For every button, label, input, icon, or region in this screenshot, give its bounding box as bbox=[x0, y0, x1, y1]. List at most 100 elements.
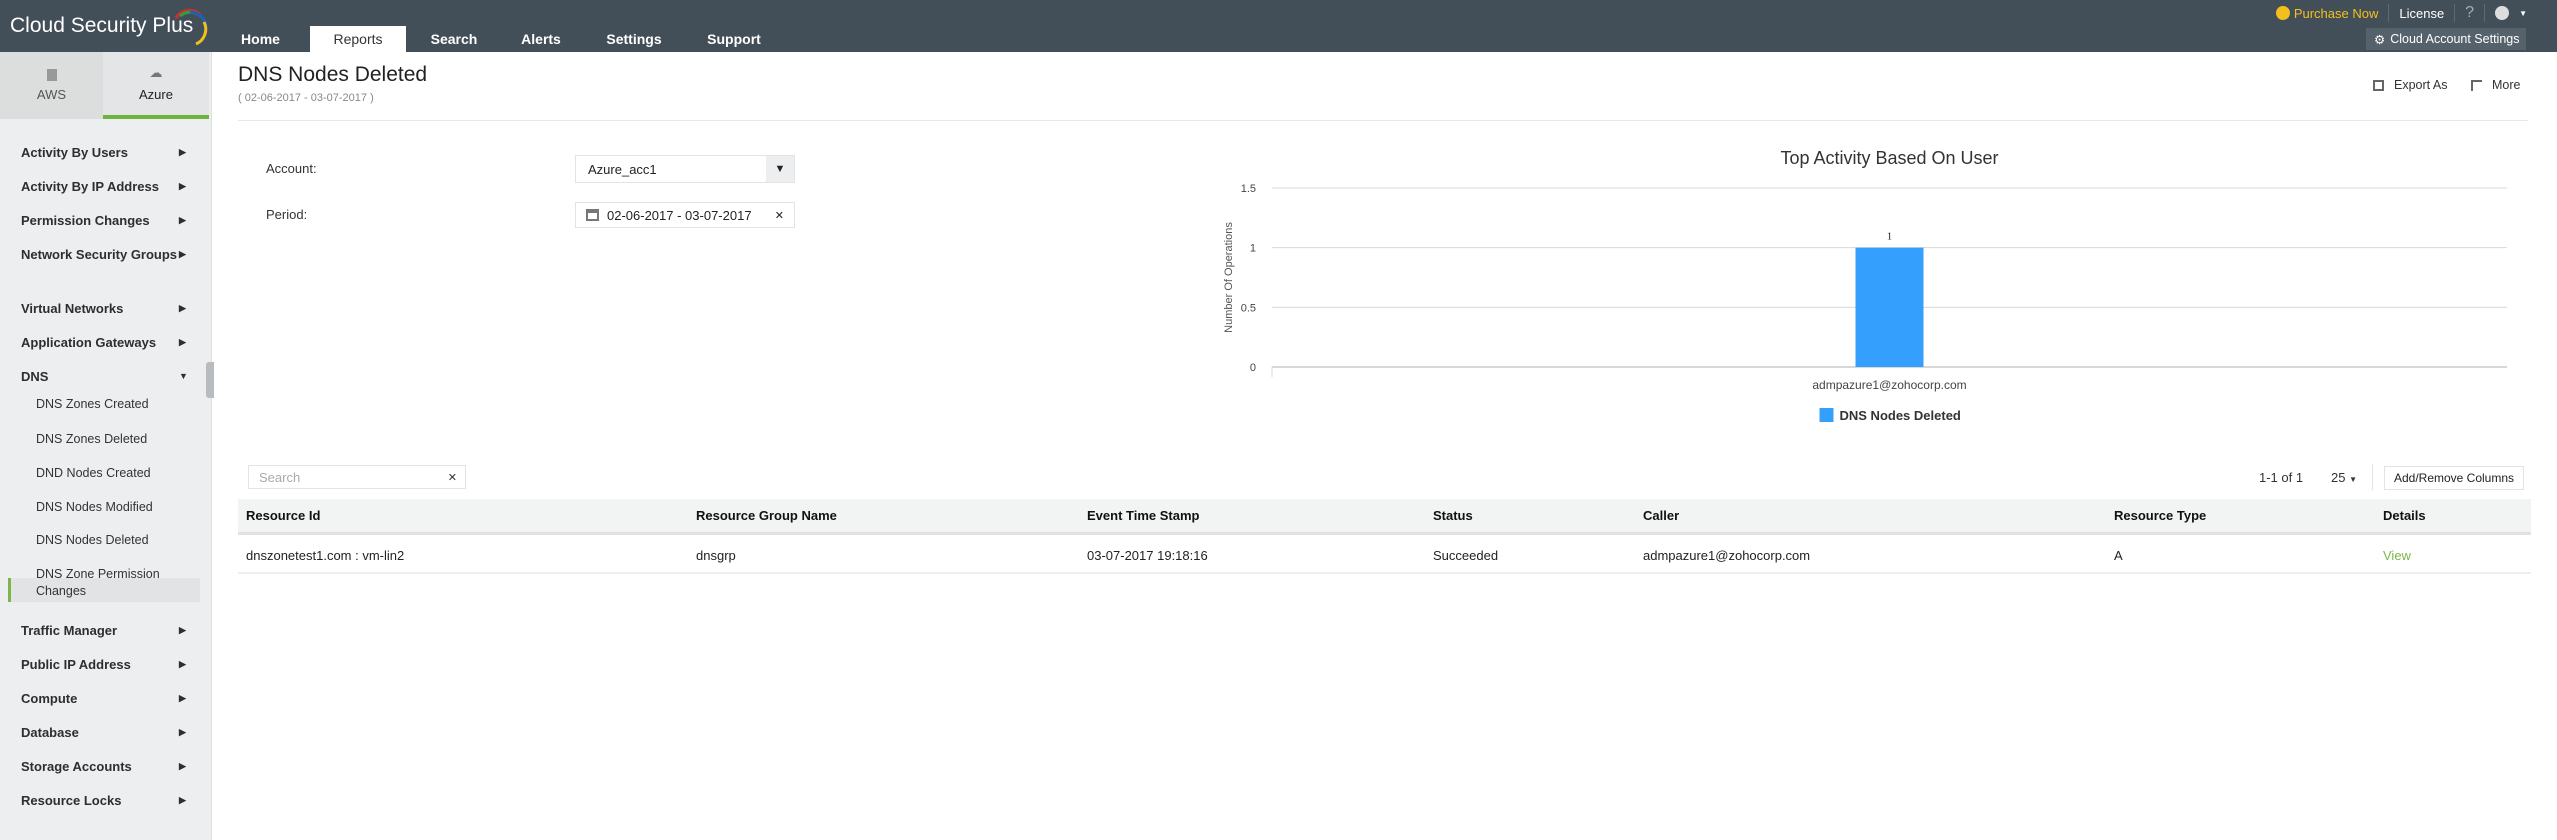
y-axis-label: Number Of Operations bbox=[1223, 222, 1235, 333]
caret-right-icon: ▶ bbox=[179, 727, 186, 737]
column-header-details[interactable]: Details bbox=[2383, 499, 2426, 532]
column-header-caller[interactable]: Caller bbox=[1643, 499, 1679, 532]
top-links: Purchase Now License ? ▼ bbox=[2275, 2, 2527, 24]
legend-swatch bbox=[1819, 408, 1834, 422]
sidebar-item-label: Storage Accounts bbox=[21, 759, 132, 774]
purchase-now-link[interactable]: Purchase Now bbox=[2275, 5, 2379, 21]
sidebar-item-network-security-groups[interactable]: Network Security Groups ▶ bbox=[21, 245, 191, 264]
calendar-icon bbox=[586, 209, 599, 221]
chevron-down-icon[interactable]: ▼ bbox=[766, 156, 794, 182]
tab-search[interactable]: Search bbox=[410, 26, 498, 52]
export-as-button[interactable]: Export As bbox=[2373, 78, 2448, 92]
x-tick-label: admpazure1@zohocorp.com bbox=[1812, 378, 1966, 392]
date-range-subtitle: ( 02-06-2017 - 03-07-2017 ) bbox=[238, 92, 374, 104]
cloud-settings-label: Cloud Account Settings bbox=[2390, 32, 2520, 46]
user-avatar-icon[interactable] bbox=[2495, 6, 2510, 20]
cloud-tab-aws[interactable]: AWS bbox=[0, 52, 103, 119]
cloud-tab-azure[interactable]: ☁ Azure bbox=[103, 52, 209, 119]
sidebar-subitem-dns-zones-deleted[interactable]: DNS Zones Deleted bbox=[36, 431, 186, 448]
page-title: DNS Nodes Deleted bbox=[238, 63, 428, 86]
sidebar-item-label: Network Security Groups bbox=[21, 247, 178, 262]
chevron-down-icon[interactable]: ▼ bbox=[2519, 9, 2527, 18]
sidebar-item-label: Database bbox=[21, 725, 79, 740]
sidebar-item-application-gateways[interactable]: Application Gateways ▶ bbox=[21, 333, 191, 352]
sidebar-item-storage-accounts[interactable]: Storage Accounts ▶ bbox=[21, 757, 191, 776]
clear-search-icon[interactable]: ✕ bbox=[448, 471, 457, 484]
column-header-resource-id[interactable]: Resource Id bbox=[246, 499, 320, 532]
divider bbox=[2484, 4, 2486, 22]
more-button[interactable]: More bbox=[2471, 78, 2520, 92]
per-page-value: 25 bbox=[2331, 470, 2346, 485]
sidebar-item-activity-by-ip-address[interactable]: Activity By IP Address ▶ bbox=[21, 177, 191, 196]
caret-right-icon: ▶ bbox=[179, 215, 186, 225]
logo[interactable]: Cloud Security Plus bbox=[10, 8, 208, 46]
gear-icon: ⚙ bbox=[2374, 32, 2386, 47]
tab-alerts[interactable]: Alerts bbox=[500, 26, 582, 52]
sidebar-item-dns[interactable]: DNS ▼ bbox=[21, 367, 191, 386]
table-cell: 03-07-2017 19:18:16 bbox=[1087, 547, 1208, 563]
account-select[interactable]: Azure_acc1 ▼ bbox=[575, 155, 795, 183]
sidebar-item-public-ip-address[interactable]: Public IP Address ▶ bbox=[21, 655, 191, 674]
caret-right-icon: ▶ bbox=[179, 249, 186, 259]
period-value: 02-06-2017 - 03-07-2017 bbox=[607, 207, 752, 223]
azure-cloud-icon: ☁ bbox=[149, 65, 163, 80]
y-tick-label: 1.5 bbox=[1241, 183, 1256, 195]
divider bbox=[238, 120, 2528, 121]
data-label: 1 bbox=[1887, 231, 1893, 243]
caret-right-icon: ▶ bbox=[179, 693, 186, 703]
help-icon[interactable]: ? bbox=[2465, 4, 2474, 22]
sidebar-item-virtual-networks[interactable]: Virtual Networks ▶ bbox=[21, 299, 191, 318]
sidebar-item-label: Permission Changes bbox=[21, 213, 150, 228]
logo-arc-icon bbox=[174, 8, 208, 46]
add-remove-columns-button[interactable]: Add/Remove Columns bbox=[2384, 466, 2524, 490]
aws-label: AWS bbox=[36, 87, 67, 102]
period-date-picker[interactable]: 02-06-2017 - 03-07-2017 ✕ bbox=[575, 202, 795, 228]
clear-period-icon[interactable]: ✕ bbox=[775, 209, 784, 222]
divider bbox=[2388, 4, 2390, 22]
tab-home[interactable]: Home bbox=[228, 26, 293, 52]
caret-right-icon: ▶ bbox=[179, 795, 186, 805]
column-header-resource-group-name[interactable]: Resource Group Name bbox=[696, 499, 837, 532]
tab-reports[interactable]: Reports bbox=[310, 26, 406, 52]
column-header-event-time-stamp[interactable]: Event Time Stamp bbox=[1087, 499, 1199, 532]
more-icon bbox=[2471, 79, 2482, 91]
table-header: Resource Id Resource Group Name Event Time… bbox=[238, 499, 2531, 535]
search-input[interactable]: Search ✕ bbox=[248, 465, 466, 489]
sidebar-item-compute[interactable]: Compute ▶ bbox=[21, 689, 191, 708]
sidebar-subitem-dns-nodes-modified[interactable]: DNS Nodes Modified bbox=[36, 499, 186, 516]
column-header-resource-type[interactable]: Resource Type bbox=[2114, 499, 2206, 532]
sidebar-subitem-dnd-nodes-created[interactable]: DND Nodes Created bbox=[36, 465, 186, 482]
sidebar-subitem-dns-zones-created[interactable]: DNS Zones Created bbox=[36, 396, 186, 413]
sidebar-item-database[interactable]: Database ▶ bbox=[21, 723, 191, 742]
sidebar-subitem-dns-zone-permission-changes[interactable]: DNS Zone Permission Changes bbox=[36, 566, 186, 600]
export-label: Export As bbox=[2394, 78, 2448, 92]
view-details-link[interactable]: View bbox=[2383, 538, 2411, 572]
sidebar-item-resource-locks[interactable]: Resource Locks ▶ bbox=[21, 791, 191, 810]
tab-settings[interactable]: Settings bbox=[584, 26, 684, 52]
caret-right-icon: ▶ bbox=[179, 147, 186, 157]
per-page-select[interactable]: 25 ▼ bbox=[2331, 470, 2357, 485]
caret-right-icon: ▶ bbox=[179, 181, 186, 191]
sidebar-item-traffic-manager[interactable]: Traffic Manager ▶ bbox=[21, 621, 191, 640]
table-cell: Succeeded bbox=[1433, 547, 1499, 563]
divider bbox=[2454, 4, 2456, 22]
sidebar-item-activity-by-users[interactable]: Activity By Users ▶ bbox=[21, 143, 191, 162]
caret-right-icon: ▶ bbox=[179, 303, 186, 313]
license-link[interactable]: License bbox=[2399, 6, 2444, 21]
account-value: Azure_acc1 bbox=[588, 161, 657, 177]
sidebar-item-label: Application Gateways bbox=[21, 335, 157, 350]
cloud-account-settings-button[interactable]: ⚙ Cloud Account Settings bbox=[2366, 28, 2526, 50]
sidebar-item-label: Activity By Users bbox=[21, 145, 128, 160]
column-header-status[interactable]: Status bbox=[1433, 499, 1473, 532]
sidebar-subitem-dns-nodes-deleted[interactable]: DNS Nodes Deleted bbox=[36, 532, 186, 549]
more-label: More bbox=[2492, 78, 2521, 92]
sidebar-collapse-handle[interactable] bbox=[206, 362, 214, 398]
sidebar-item-permission-changes[interactable]: Permission Changes ▶ bbox=[21, 211, 191, 230]
divider bbox=[2372, 464, 2373, 490]
export-icon bbox=[2373, 79, 2384, 91]
purchase-label: Purchase Now bbox=[2293, 5, 2379, 21]
top-activity-chart: Top Activity Based On User 0 0.5 1 1.5 Number… bbox=[1223, 148, 2507, 423]
chart-title: Top Activity Based On User bbox=[1780, 148, 1998, 168]
tab-support[interactable]: Support bbox=[686, 26, 782, 52]
caret-down-icon: ▼ bbox=[179, 371, 188, 381]
